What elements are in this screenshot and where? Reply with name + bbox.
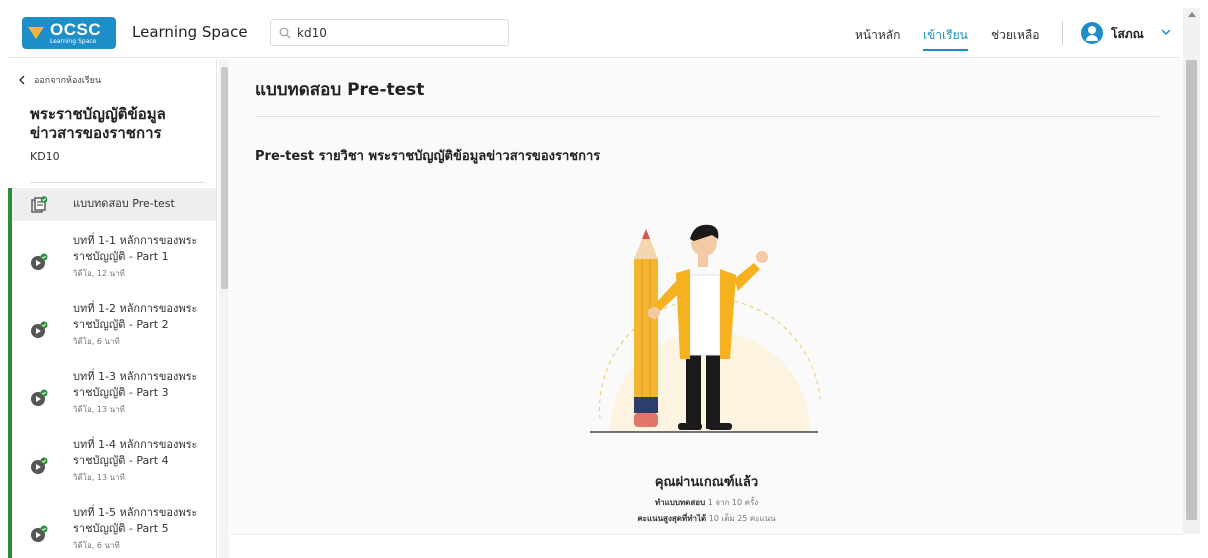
- ocsc-logo[interactable]: OCSC Learning Space: [22, 17, 116, 49]
- result-title: คุณผ่านเกณฑ์แล้ว: [654, 475, 759, 490]
- page-scrollbar-thumb[interactable]: [1186, 60, 1197, 520]
- search-icon: [279, 27, 291, 38]
- video-complete-icon: [31, 321, 48, 338]
- leave-classroom-link[interactable]: ออกจากห้องเรียน: [18, 73, 101, 87]
- score-value: 10 เต็ม 25 คะแนน: [708, 514, 776, 523]
- logo-subtext: Learning Space: [50, 38, 97, 45]
- lesson-item[interactable]: บทที่ 1-2 หลักการของพระราชบัญญัติ - Part…: [8, 289, 216, 357]
- page-scrollbar[interactable]: [1183, 8, 1200, 534]
- leave-classroom-label: ออกจากห้องเรียน: [34, 76, 102, 86]
- nav-classroom[interactable]: เข้าเรียน: [923, 26, 968, 51]
- lesson-title: บทที่ 1-2 หลักการของพระราชบัญญัติ - Part…: [73, 302, 198, 331]
- chevron-left-icon: [19, 75, 25, 85]
- lesson-title: แบบทดสอบ Pre-test: [73, 197, 175, 210]
- lesson-meta: วิดีโอ, 6 นาที: [73, 337, 120, 346]
- lesson-item[interactable]: บทที่ 1-3 หลักการของพระราชบัญญัติ - Part…: [8, 357, 216, 425]
- video-complete-icon: [31, 525, 48, 542]
- lesson-title: บทที่ 1-5 หลักการของพระราชบัญญัติ - Part…: [73, 506, 198, 535]
- app-title: Learning Space: [132, 23, 248, 41]
- score-line: คะแนนสูงสุดที่ทำได้ 10 เต็ม 25 คะแนน: [230, 512, 1183, 525]
- search-box[interactable]: [270, 19, 509, 46]
- attempts-label: ทำแบบทดสอบ: [654, 498, 706, 507]
- bottom-strip: [230, 534, 1183, 558]
- lesson-list: แบบทดสอบ Pre-test บทที่ 1-1 หลักการของพร…: [8, 188, 216, 558]
- course-code: KD10: [30, 150, 60, 163]
- student-pencil-illustration: [590, 224, 821, 433]
- top-navbar: OCSC Learning Space Learning Space หน้าห…: [8, 8, 1180, 58]
- sidebar-scrollbar[interactable]: [219, 59, 229, 558]
- logo-text: OCSC: [50, 20, 102, 39]
- search-input[interactable]: [297, 25, 497, 40]
- pretest-subtitle: Pre-test รายวิชา พระราชบัญญัติข้อมูลข่าว…: [255, 149, 601, 164]
- score-label: คะแนนสูงสุดที่ทำได้: [637, 514, 707, 523]
- quiz-complete-icon: [31, 196, 48, 213]
- scroll-up-arrow-icon[interactable]: [1188, 12, 1196, 17]
- lesson-meta: วิดีโอ, 13 นาที: [73, 473, 125, 482]
- attempts-line: ทำแบบทดสอบ 1 จาก 10 ครั้ง: [230, 496, 1183, 509]
- attempts-value: 1 จาก 10 ครั้ง: [707, 498, 759, 507]
- user-name[interactable]: โสภณ: [1111, 25, 1144, 44]
- sidebar-divider: [30, 182, 205, 183]
- lesson-item[interactable]: บทที่ 1-4 หลักการของพระราชบัญญัติ - Part…: [8, 425, 216, 493]
- nav-divider: [1062, 21, 1063, 45]
- lesson-item-pretest[interactable]: แบบทดสอบ Pre-test: [8, 188, 216, 221]
- lesson-meta: วิดีโอ, 6 นาที: [73, 541, 120, 550]
- lesson-title: บทที่ 1-3 หลักการของพระราชบัญญัติ - Part…: [73, 370, 198, 399]
- lesson-meta: วิดีโอ, 13 นาที: [73, 405, 125, 414]
- logo-mark-icon: [28, 25, 44, 41]
- course-sidebar: ออกจากห้องเรียน พระราชบัญญัติข้อมูลข่าวส…: [8, 59, 217, 558]
- nav-home[interactable]: หน้าหลัก: [855, 26, 900, 45]
- app-window: OCSC Learning Space Learning Space หน้าห…: [0, 0, 1208, 558]
- video-complete-icon: [31, 457, 48, 474]
- page-title: แบบทดสอบ Pre-test: [255, 80, 425, 100]
- lesson-meta: วิดีโอ, 12 นาที: [73, 269, 125, 278]
- video-complete-icon: [31, 389, 48, 406]
- chevron-down-icon[interactable]: [1160, 26, 1172, 38]
- sidebar-scrollbar-thumb[interactable]: [221, 67, 228, 289]
- lesson-title: บทที่ 1-4 หลักการของพระราชบัญญัติ - Part…: [73, 438, 198, 467]
- video-complete-icon: [31, 253, 48, 270]
- lesson-item[interactable]: บทที่ 1-1 หลักการของพระราชบัญญัติ - Part…: [8, 221, 216, 289]
- user-avatar-icon[interactable]: [1081, 22, 1103, 44]
- course-title: พระราชบัญญัติข้อมูลข่าวสารของราชการ: [30, 105, 166, 142]
- title-divider: [255, 116, 1159, 117]
- main-content: แบบทดสอบ Pre-test Pre-test รายวิชา พระรา…: [230, 59, 1183, 534]
- lesson-item[interactable]: บทที่ 1-5 หลักการของพระราชบัญญัติ - Part…: [8, 493, 216, 558]
- lesson-title: บทที่ 1-1 หลักการของพระราชบัญญัติ - Part…: [73, 234, 198, 263]
- nav-help[interactable]: ช่วยเหลือ: [991, 26, 1040, 45]
